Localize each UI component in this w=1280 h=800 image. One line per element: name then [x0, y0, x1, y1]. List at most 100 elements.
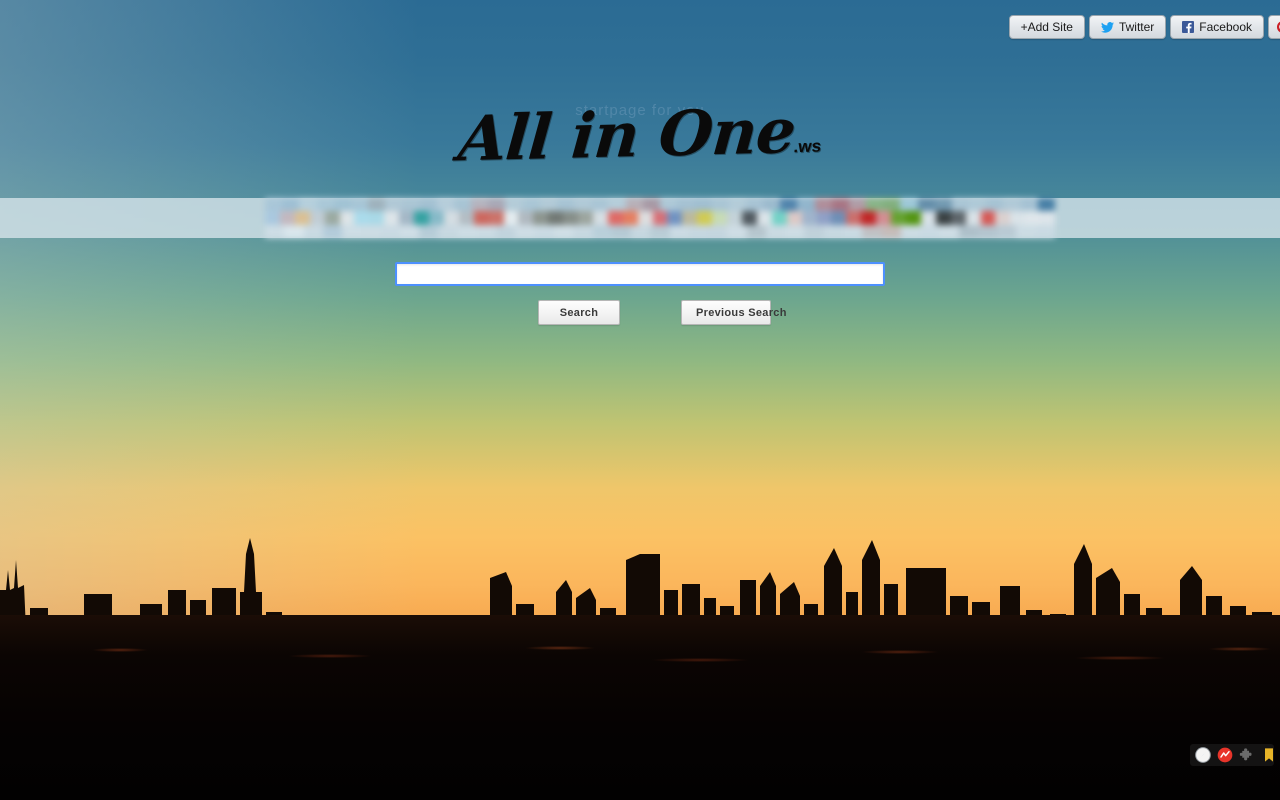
bookmark-swatch [891, 211, 906, 225]
twitter-label: Twitter [1118, 20, 1155, 34]
bookmark-swatch [1037, 198, 1055, 212]
bookmark-swatch [694, 198, 712, 212]
bookmark-swatch [883, 198, 901, 212]
bookmark-swatch [309, 211, 325, 225]
startpage-root: +Add Site Twitter Facebook startpage for… [0, 0, 1280, 800]
pinterest-button[interactable] [1268, 15, 1280, 39]
bookmark-swatch [986, 198, 1004, 212]
bookmark-swatch [607, 211, 623, 225]
bookmark-swatch [697, 211, 713, 225]
bookmark-swatch [316, 198, 334, 212]
bookmarks-bar-blurred-content[interactable] [265, 198, 1056, 238]
search-button[interactable]: Search [538, 300, 620, 325]
bookmark-swatch [816, 211, 832, 225]
bookmark-swatch [682, 211, 698, 225]
bookmark-swatch [419, 224, 439, 238]
bookmark-swatch [997, 224, 1017, 238]
bookmark-swatch [322, 224, 343, 238]
bookmark-swatch [533, 211, 549, 225]
browser-extension-tray [1190, 744, 1274, 766]
search-form [0, 262, 1280, 286]
add-site-button[interactable]: +Add Site [1008, 15, 1085, 39]
puzzle-extension-icon[interactable] [1239, 747, 1255, 763]
logo-tld: .ws [792, 136, 822, 157]
bookmark-swatch [1035, 224, 1055, 238]
bookmark-swatch [631, 224, 651, 238]
bookmark-swatch [823, 224, 843, 238]
logo-text: All in One [455, 94, 798, 176]
bookmark-swatch [419, 198, 437, 212]
compass-icon[interactable] [1195, 747, 1211, 763]
bookmark-swatch [265, 224, 285, 238]
bookmark-swatch [659, 198, 678, 212]
bookmark-swatch [711, 198, 729, 212]
bookmark-swatch [488, 198, 506, 212]
bookmark-swatch [534, 224, 554, 238]
bookmark-icon[interactable] [1261, 747, 1277, 763]
bookmark-swatch [866, 198, 884, 212]
bookmark-swatch [611, 224, 632, 238]
bookmark-swatch [476, 224, 497, 238]
bookmark-swatch [539, 198, 557, 212]
bookmark-swatch [905, 211, 921, 225]
bookmark-swatch [556, 198, 575, 212]
bookmark-swatch [1016, 224, 1036, 238]
add-site-label: +Add Site [1020, 20, 1073, 34]
site-logo[interactable]: startpage for you All in One.ws [0, 94, 1280, 175]
bookmark-swatch [842, 224, 863, 238]
bookmark-swatch [756, 211, 772, 225]
bookmark-swatch [496, 224, 516, 238]
bookmark-swatch [848, 198, 867, 212]
bookmark-swatch [488, 211, 504, 225]
bookmark-swatch [279, 211, 295, 225]
bookmark-swatch [1025, 211, 1041, 225]
bookmark-swatch [786, 211, 802, 225]
bookmark-swatch [650, 224, 670, 238]
bookmark-swatch [637, 211, 653, 225]
bookmark-swatch [573, 224, 593, 238]
twitter-button[interactable]: Twitter [1088, 15, 1167, 39]
bookmark-swatch [642, 198, 660, 212]
bookmark-swatch [977, 224, 998, 238]
bookmark-swatch [727, 211, 742, 225]
bookmark-swatch [553, 224, 574, 238]
bookmark-swatch [294, 211, 310, 225]
bookmark-swatch [935, 211, 951, 225]
bookmark-swatch [428, 211, 444, 225]
bookmark-swatch [765, 224, 786, 238]
bookmark-swatch [591, 198, 609, 212]
facebook-label: Facebook [1199, 20, 1252, 34]
bookmark-swatch [284, 224, 304, 238]
bookmark-swatch [801, 211, 817, 225]
bookmark-swatch [503, 211, 519, 225]
bookmark-swatch [1020, 198, 1038, 212]
search-buttons: Search Previous Search [0, 300, 1280, 326]
bookmark-swatch [402, 198, 420, 212]
record-icon[interactable] [1217, 747, 1233, 763]
bookmark-swatch [578, 211, 593, 225]
bookmark-swatch [667, 211, 683, 225]
bookmark-swatch [471, 198, 489, 212]
bookmark-swatch [727, 224, 747, 238]
bookmark-swatch [443, 211, 459, 225]
bookmark-swatch [846, 211, 862, 225]
bookmark-swatch [354, 211, 370, 225]
bookmark-swatch [742, 211, 757, 225]
previous-search-button[interactable]: Previous Search [681, 300, 786, 325]
bookmark-swatch [342, 224, 362, 238]
bookmark-swatch [920, 224, 940, 238]
bookmark-swatch [958, 224, 978, 238]
bookmark-swatch [548, 211, 564, 225]
bookmark-swatch [980, 211, 996, 225]
foreground-ground [0, 615, 1280, 800]
bookmark-swatch [652, 211, 668, 225]
bookmark-swatch [369, 211, 385, 225]
bookmark-swatch [265, 198, 283, 212]
search-input[interactable] [395, 262, 885, 286]
bookmark-swatch [414, 211, 429, 225]
bookmark-swatch [625, 198, 643, 212]
bookmark-swatch [385, 198, 403, 212]
bookmarks-row-1 [265, 198, 1055, 212]
facebook-button[interactable]: Facebook [1170, 15, 1264, 39]
bookmark-swatch [934, 198, 952, 212]
